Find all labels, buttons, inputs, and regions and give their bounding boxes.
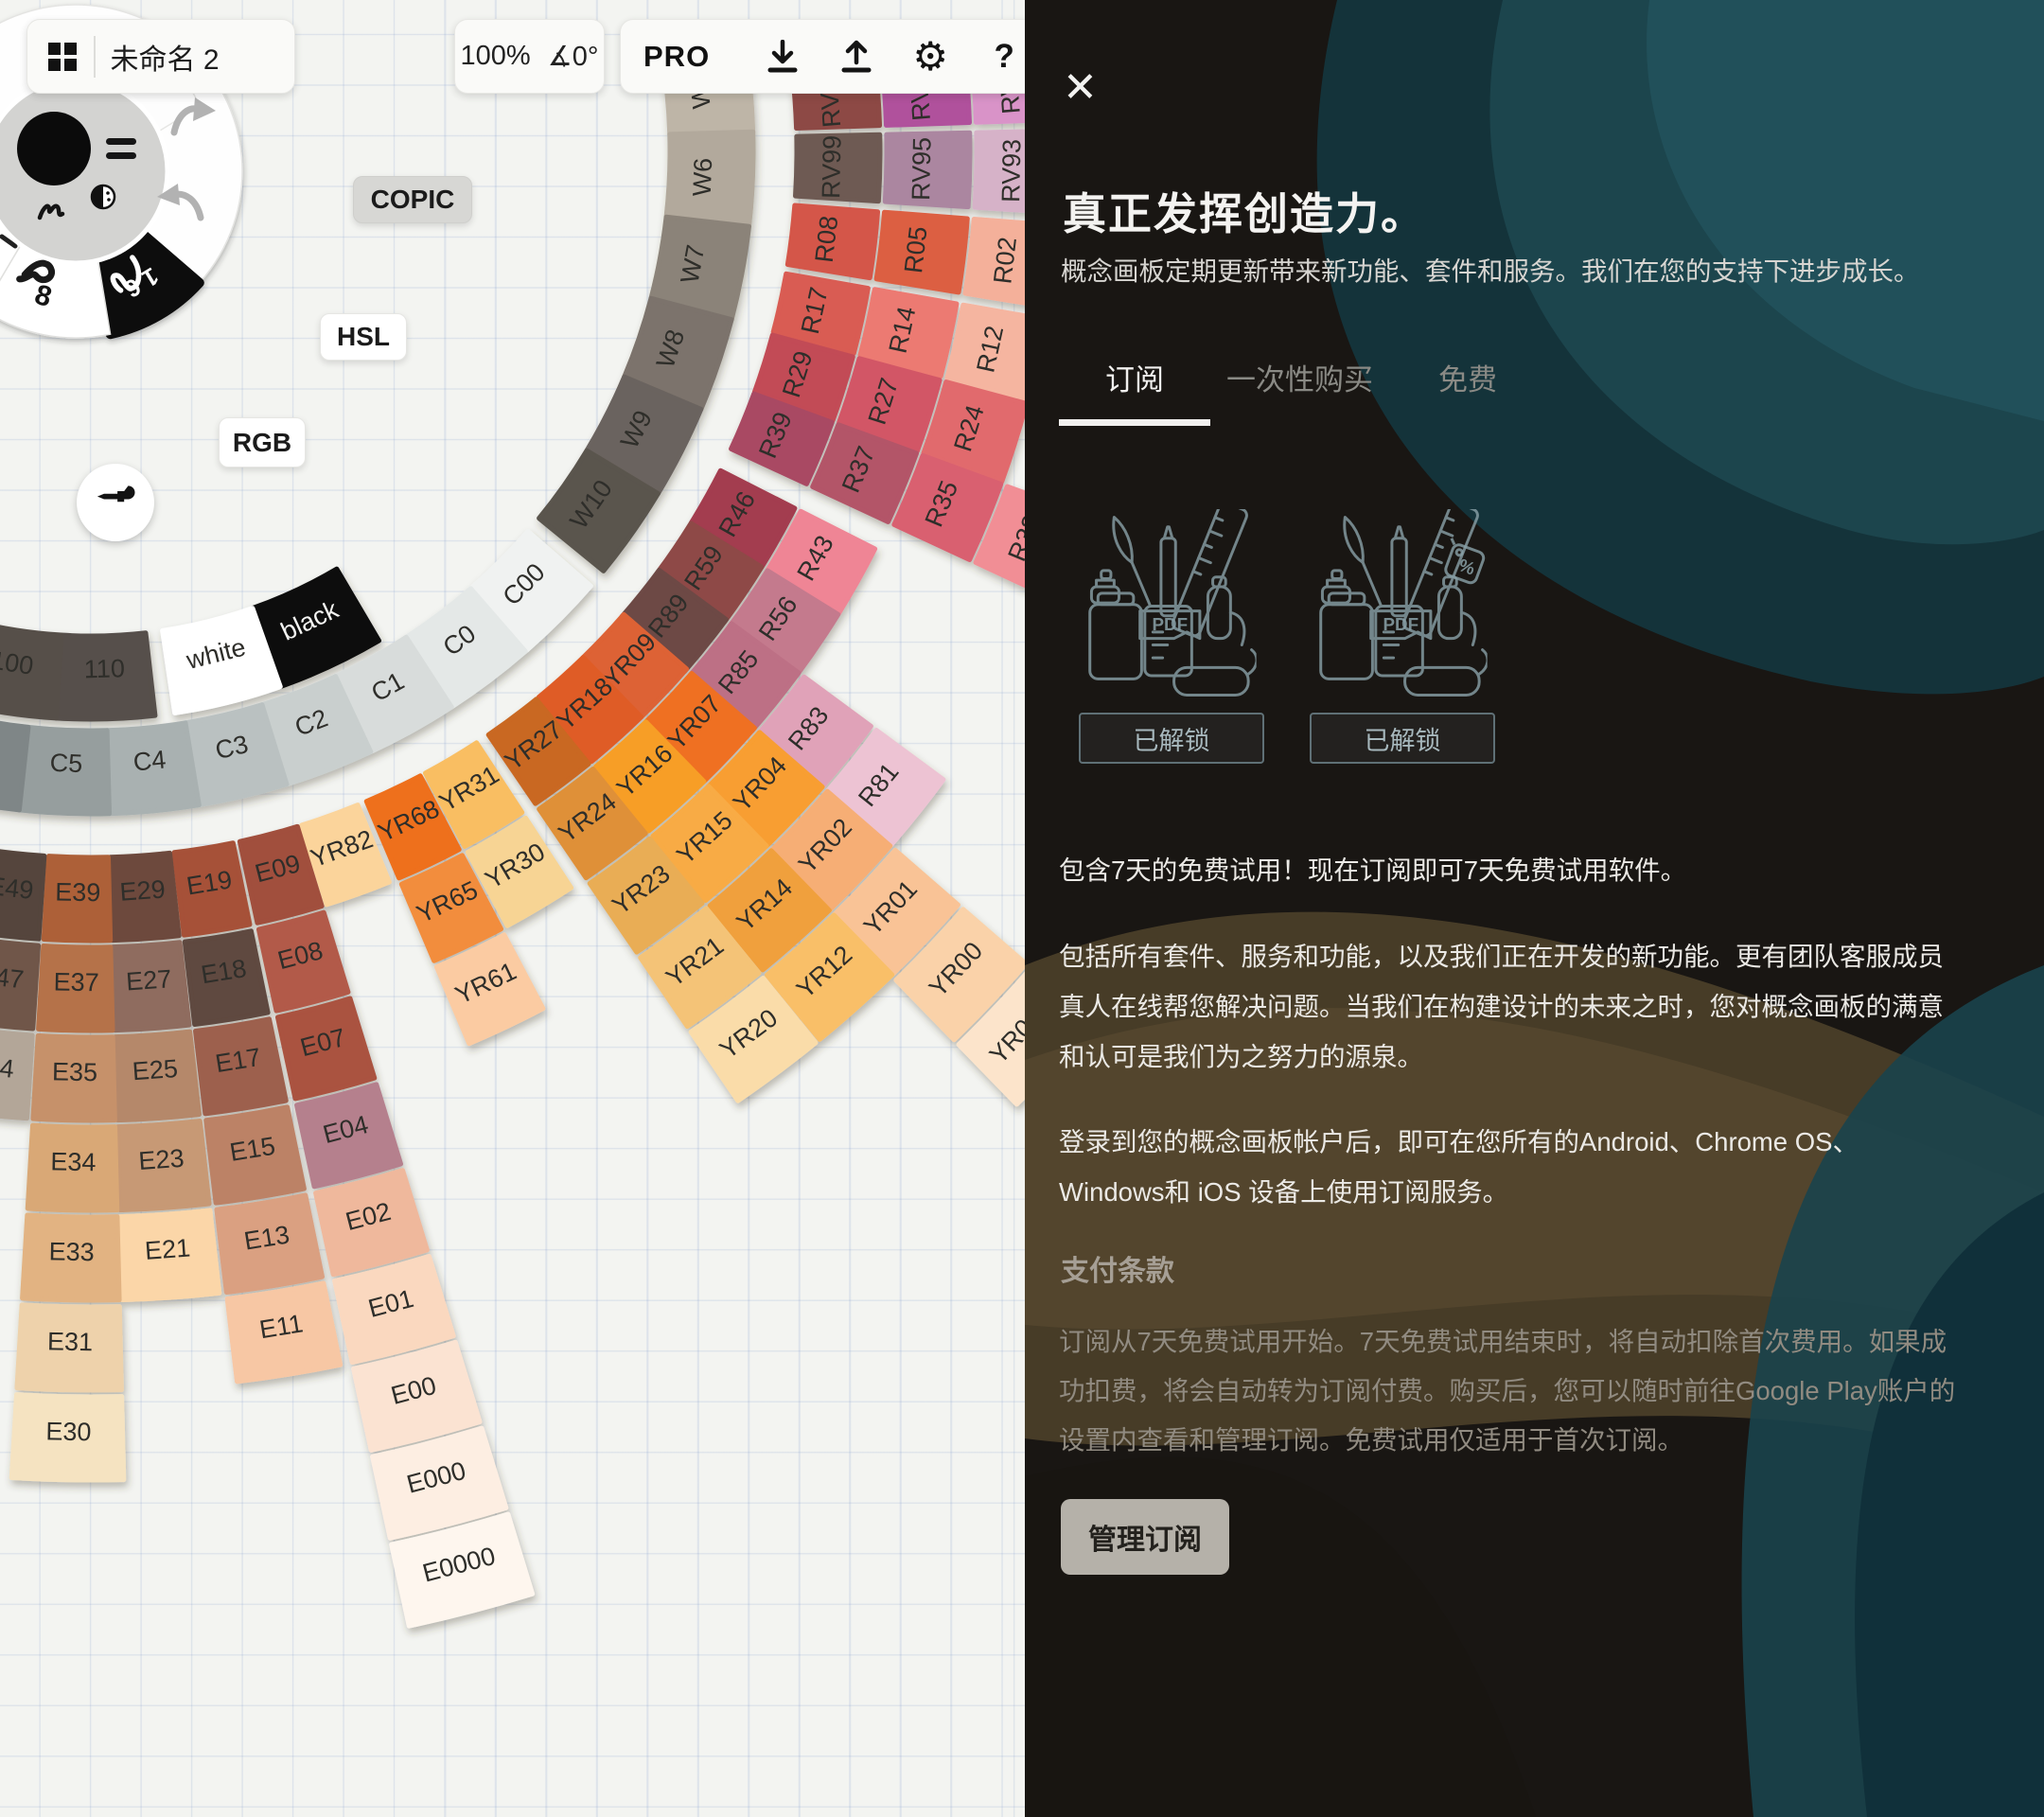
trial-paragraph: 包含7天的免费试用！现在订阅即可7天免费试用软件。 [1059,845,1960,895]
copic-swatch-label: C5 [49,749,83,778]
benefits-paragraph: 包括所有套件、服务和功能，以及我们正在开发的新功能。更有团队客服成员真人在线帮您… [1059,931,1960,1082]
opacity-icon[interactable] [92,185,115,208]
document-title[interactable]: 未命名 2 [111,36,220,78]
art-supplies-discount-illustration: % [1310,509,1495,703]
copic-swatch-label: E49 [0,872,35,905]
copic-swatch-label: C4 [132,745,167,776]
pro-badge[interactable]: PRO [643,40,710,74]
settings-gear-icon[interactable]: ⚙ [893,28,967,85]
copic-swatch-label: E31 [47,1327,94,1356]
art-supplies-pdf-illustration [1079,509,1264,703]
project-card[interactable]: 未命名 2 [26,19,295,94]
copic-swatch-label: E47 [0,961,26,994]
divider [94,36,96,78]
unlocked-button[interactable]: 已解锁 [1079,713,1264,764]
payment-terms-heading: 支付条款 [1061,1247,1174,1289]
copic-swatch-label: R05 [899,225,933,275]
copic-swatch-label: E37 [53,967,99,997]
copic-swatch-label: E25 [132,1054,179,1085]
copic-swatch-label: RV95 [907,137,936,202]
current-color-swatch[interactable] [17,112,91,185]
tab-free[interactable]: 免费 [1438,356,1497,398]
palette-mode-hsl[interactable]: HSL [320,313,407,361]
copic-swatch-label: 100 [0,645,35,680]
panel-subtitle: 概念画板定期更新带来新功能、套件和服务。我们在您的支持下进步成长。 [1061,252,1988,291]
copic-swatch-label: E35 [52,1057,98,1086]
devices-paragraph: 登录到您的概念画板帐户后，即可在您所有的Android、Chrome OS、Wi… [1059,1117,1960,1217]
zoom-card[interactable]: 100% ∡0° [454,19,605,94]
copic-swatch-label: E39 [55,877,101,907]
share-icon[interactable] [819,28,893,85]
app-grid-icon[interactable] [46,41,79,73]
copic-swatch-label: E21 [144,1234,191,1265]
rotation-angle[interactable]: ∡0° [548,40,599,73]
actions-card: PRO ⚙ ? [620,19,1025,94]
copic-swatch-label: R08 [810,214,844,264]
payment-terms-text: 订阅从7天免费试用开始。7天免费试用结束时，将自动扣除首次费用。如果成功扣费，将… [1059,1317,1964,1465]
product-row: 已解锁 % 已解锁 [1079,509,1495,764]
copic-swatch-label: E29 [119,874,167,906]
drawing-canvas[interactable]: blackwhite110100W5W6W7W8W9W10C00C0C1C2C3… [0,0,1025,1817]
palette-mode-copic[interactable]: COPIC [353,176,472,223]
copic-swatch-label: W6 [688,157,718,197]
plan-tabs: 订阅 一次性购买 免费 [1059,356,1497,426]
copic-swatch-label: E30 [45,1417,92,1446]
tab-one-time-purchase[interactable]: 一次性购买 [1226,356,1373,398]
product-essentials: 已解锁 [1079,509,1264,764]
subscription-panel: PDF ✕ 真正发挥创造力。 概念画板定期更新带来新功能、套件和服务。我们在您的… [1025,0,2044,1817]
tab-subscribe[interactable]: 订阅 [1059,356,1210,426]
zoom-level[interactable]: 100% [461,41,531,72]
copic-swatch-label: E27 [125,964,172,996]
manage-subscription-button[interactable]: 管理订阅 [1061,1499,1229,1575]
copic-swatch-label: RV99 [817,135,846,200]
panel-title: 真正发挥创造力。 [1063,180,1426,242]
copic-swatch-label: R02 [988,236,1022,286]
palette-mode-rgb[interactable]: RGB [219,417,306,467]
copic-swatch-label: E33 [48,1237,95,1266]
eyedropper-button[interactable] [77,464,154,541]
eyedropper-icon [91,478,140,527]
help-icon[interactable]: ? [967,28,1025,85]
copic-swatch-label: E34 [50,1147,97,1176]
download-icon[interactable] [746,28,819,85]
product-discount: % 已解锁 [1310,509,1495,764]
copic-swatch-label: E23 [137,1144,185,1175]
concepts-app: blackwhite110100W5W6W7W8W9W10C00C0C1C2C3… [0,0,2044,1817]
unlocked-button[interactable]: 已解锁 [1310,713,1495,764]
copic-swatch-label: 110 [83,654,125,683]
close-icon[interactable]: ✕ [1057,62,1103,113]
copic-swatch-label: RV93 [996,139,1025,203]
